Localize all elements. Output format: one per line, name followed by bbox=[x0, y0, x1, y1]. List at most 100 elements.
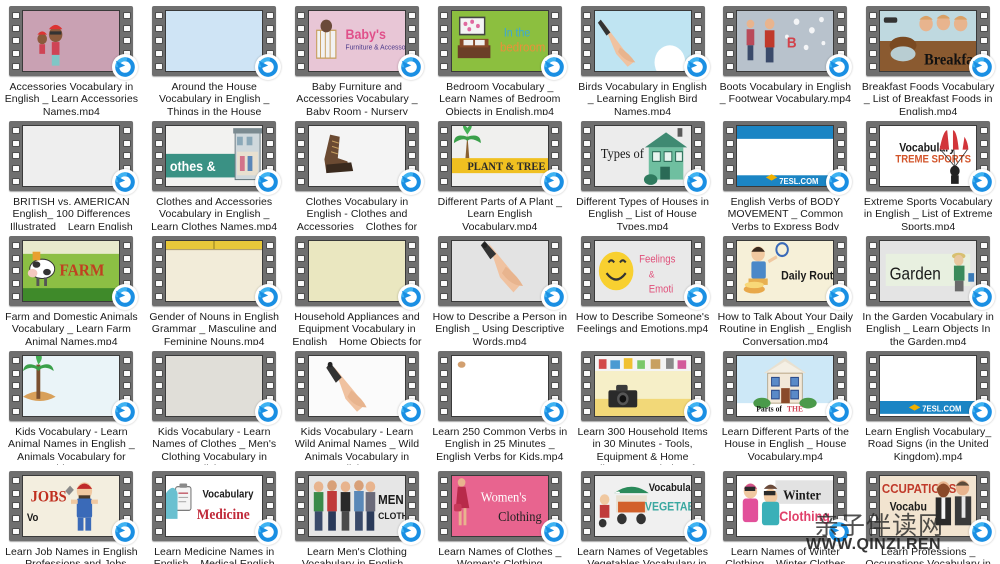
file-item[interactable]: Baby's Furniture & Accesso Baby Furniture … bbox=[286, 0, 429, 115]
thumbnail-artwork: Winter Clothing bbox=[737, 476, 834, 536]
video-thumbnail[interactable]: Vocabulary Medicine bbox=[152, 471, 282, 545]
file-item[interactable]: In the bedroom Bedroom Vocabulary _ Learn … bbox=[428, 0, 571, 115]
svg-text:Vocabulary: Vocabulary bbox=[203, 489, 254, 501]
video-thumbnail[interactable]: B bbox=[723, 6, 853, 80]
file-item[interactable]: Kids Vocabulary - Learn Names of Clothes… bbox=[143, 345, 286, 465]
file-item[interactable]: Vocabulary VEGETAB Learn Names of Vegetabl… bbox=[571, 465, 714, 564]
file-name-label: Learn Medicine Names in English _ Medica… bbox=[154, 546, 275, 564]
video-thumbnail[interactable] bbox=[580, 351, 710, 425]
file-item[interactable]: JOBS Vo Learn Job Names in English _ Profe… bbox=[0, 465, 143, 564]
file-item[interactable]: BRITISH vs. AMERICAN English_ 100 Differ… bbox=[0, 115, 143, 230]
file-item[interactable]: How to Describe a Person in English _ Us… bbox=[428, 230, 571, 345]
video-thumbnail[interactable]: Breakfa bbox=[866, 6, 996, 80]
file-item[interactable]: Birds Vocabulary in English _ Learning E… bbox=[571, 0, 714, 115]
video-thumbnail[interactable]: Vocabulary TREME SPORTS bbox=[866, 121, 996, 195]
file-name-label: Clothes and Accessories Vocabulary in En… bbox=[151, 196, 278, 230]
file-name-label: BRITISH vs. AMERICAN English_ 100 Differ… bbox=[10, 196, 133, 230]
file-item[interactable]: Garden In the Garden Vocabulary in Englis… bbox=[857, 230, 1000, 345]
video-thumbnail[interactable] bbox=[294, 236, 424, 310]
video-thumbnail[interactable]: 7ESL.COM bbox=[723, 121, 853, 195]
thumbnail-artwork bbox=[23, 11, 120, 71]
video-thumbnail[interactable] bbox=[437, 351, 567, 425]
video-thumbnail[interactable] bbox=[152, 236, 282, 310]
file-item[interactable]: Parts of THE Learn Different Parts of the … bbox=[714, 345, 857, 465]
video-thumbnail[interactable] bbox=[9, 351, 139, 425]
file-item[interactable]: Breakfa Breakfast Foods Vocabulary _ List… bbox=[857, 0, 1000, 115]
file-name-label: Learn Names of Clothes _ Women's Clothin… bbox=[438, 546, 562, 564]
sync-pending-badge-icon bbox=[683, 54, 710, 80]
file-name-label: Clothes Vocabulary in English - Clothes … bbox=[296, 196, 418, 230]
video-thumbnail[interactable]: Parts of THE bbox=[723, 351, 853, 425]
file-item[interactable]: Vocabulary TREME SPORTS Extreme Sports Voc… bbox=[857, 115, 1000, 230]
video-thumbnail[interactable]: Types of bbox=[580, 121, 710, 195]
video-thumbnail[interactable]: PLANT & TREE bbox=[437, 121, 567, 195]
video-thumbnail[interactable]: MEN CLOTHI bbox=[294, 471, 424, 545]
video-thumbnail[interactable]: 7ESL.COM bbox=[866, 351, 996, 425]
video-thumbnail[interactable]: Garden bbox=[866, 236, 996, 310]
thumbnail-artwork: Garden bbox=[880, 241, 977, 301]
thumbnail-artwork: PLANT & TREE bbox=[451, 126, 548, 186]
svg-text:In the: In the bbox=[504, 27, 530, 40]
sync-pending-badge-icon bbox=[683, 519, 710, 545]
file-item[interactable]: Kids Vocabulary - Learn Animal Names in … bbox=[0, 345, 143, 465]
file-name-label: In the Garden Vocabulary in English _ Le… bbox=[862, 311, 994, 345]
file-item[interactable]: CCUPATIONSVocabu Learn Professions _ Occu… bbox=[857, 465, 1000, 564]
film-perforations-left bbox=[438, 6, 451, 76]
file-item[interactable]: Accessories Vocabulary in English _ Lear… bbox=[0, 0, 143, 115]
film-perforations-left bbox=[581, 121, 594, 191]
file-item[interactable]: Gender of Nouns in English Grammar _ Mas… bbox=[143, 230, 286, 345]
file-item[interactable]: Vocabulary Medicine Learn Medicine Names i… bbox=[143, 465, 286, 564]
file-item[interactable]: Household Appliances and Equipment Vocab… bbox=[286, 230, 429, 345]
film-perforations-left bbox=[438, 236, 451, 306]
video-thumbnail[interactable]: Winter Clothing bbox=[723, 471, 853, 545]
video-thumbnail[interactable] bbox=[152, 351, 282, 425]
sync-pending-badge-icon bbox=[969, 519, 996, 545]
video-thumbnail[interactable] bbox=[294, 121, 424, 195]
file-item[interactable]: Clothes Vocabulary in English - Clothes … bbox=[286, 115, 429, 230]
file-item[interactable]: Daily Routin How to Talk About Your Daily… bbox=[714, 230, 857, 345]
thumbnail-artwork bbox=[166, 356, 263, 416]
file-item[interactable]: Learn 300 Household Items in 30 Minutes … bbox=[571, 345, 714, 465]
file-item[interactable]: Around the House Vocabulary in English _… bbox=[143, 0, 286, 115]
thumbnail-artwork bbox=[451, 356, 548, 416]
file-item[interactable]: MEN CLOTHI Learn Men's Clothing Vocabulary… bbox=[286, 465, 429, 564]
video-thumbnail[interactable] bbox=[580, 6, 710, 80]
video-thumbnail[interactable] bbox=[294, 351, 424, 425]
file-item[interactable]: Kids Vocabulary - Learn Wild Animal Name… bbox=[286, 345, 429, 465]
file-item[interactable]: Learn 250 Common Verbs in English in 25 … bbox=[428, 345, 571, 465]
video-thumbnail[interactable] bbox=[9, 121, 139, 195]
file-item[interactable]: Types of Different Types of Houses in Eng… bbox=[571, 115, 714, 230]
video-thumbnail[interactable]: FARM bbox=[9, 236, 139, 310]
video-thumbnail[interactable] bbox=[9, 6, 139, 80]
sync-pending-badge-icon bbox=[397, 284, 424, 310]
video-thumbnail[interactable] bbox=[437, 236, 567, 310]
file-item[interactable]: othes & Clothes and Accessories Vocabular… bbox=[143, 115, 286, 230]
video-thumbnail[interactable] bbox=[152, 6, 282, 80]
file-item[interactable]: B Boots Vocabulary in English _ Footwear … bbox=[714, 0, 857, 115]
file-item[interactable]: 7ESL.COM Learn English Vocabulary_ Road S… bbox=[857, 345, 1000, 465]
svg-text:Vocabu: Vocabu bbox=[890, 501, 927, 514]
video-thumbnail[interactable]: CCUPATIONS Vocabu bbox=[866, 471, 996, 545]
thumbnail-preview: Daily Routin bbox=[736, 240, 835, 302]
video-thumbnail[interactable]: Women's Clothing bbox=[437, 471, 567, 545]
thumbnail-artwork: 7ESL.COM bbox=[880, 356, 977, 416]
file-item[interactable]: 7ESL.COM English Verbs of BODY MOVEMENT _… bbox=[714, 115, 857, 230]
video-thumbnail[interactable]: Feelings & Emoti bbox=[580, 236, 710, 310]
file-item[interactable]: FARM Farm and Domestic Animals Vocabulary… bbox=[0, 230, 143, 345]
sync-pending-badge-icon bbox=[540, 54, 567, 80]
video-thumbnail[interactable]: Baby's Furniture & Accesso bbox=[294, 6, 424, 80]
video-thumbnail[interactable]: In the bedroom bbox=[437, 6, 567, 80]
thumbnail-preview: Garden bbox=[879, 240, 978, 302]
file-item[interactable]: Winter Clothing Learn Names of Winter Clot… bbox=[714, 465, 857, 564]
video-thumbnail[interactable]: Daily Routin bbox=[723, 236, 853, 310]
video-thumbnail[interactable]: Vocabulary VEGETAB bbox=[580, 471, 710, 545]
video-thumbnail[interactable]: JOBS Vo bbox=[9, 471, 139, 545]
file-item[interactable]: PLANT & TREE Different Parts of A Plant _… bbox=[428, 115, 571, 230]
thumbnail-artwork: CCUPATIONS Vocabu bbox=[880, 476, 977, 536]
file-name-label: Learn Job Names in English _ Professions… bbox=[5, 546, 138, 564]
thumbnail-artwork: Feelings & Emoti bbox=[594, 241, 691, 301]
video-thumbnail[interactable]: othes & bbox=[152, 121, 282, 195]
file-item[interactable]: Feelings & Emoti How to Describe Someone's … bbox=[571, 230, 714, 345]
file-item[interactable]: Women's Clothing Learn Names of Clothes _ … bbox=[428, 465, 571, 564]
thumbnail-grid[interactable]: Accessories Vocabulary in English _ Lear… bbox=[0, 0, 1000, 564]
